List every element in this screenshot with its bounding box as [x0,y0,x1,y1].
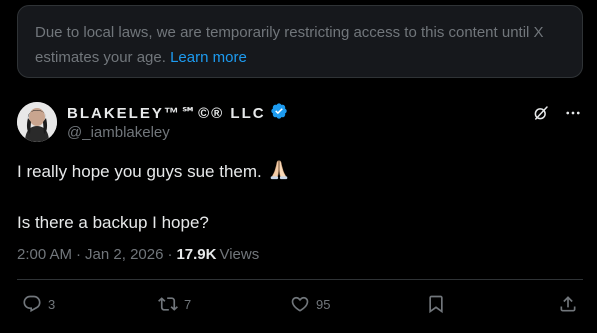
more-icon[interactable] [563,103,583,123]
like-count: 95 [316,296,331,312]
meta-separator: · [76,246,82,263]
age-restriction-notice: Due to local laws, we are temporarily re… [17,5,583,78]
tweet-line-2: Is there a backup I hope? [17,213,209,232]
reply-count: 3 [48,296,56,312]
grok-icon[interactable] [531,103,551,123]
meta-separator-2: · [167,246,173,263]
like-button[interactable]: 95 [290,294,330,314]
folded-hands-emoji [268,158,290,187]
heart-icon [291,296,309,312]
tweet-line-1-text: I really hope you guys sue them. [17,162,262,181]
views-label: Views [219,246,260,263]
learn-more-link[interactable]: Learn more [170,49,247,66]
avatar[interactable] [17,102,57,142]
tweet-time[interactable]: 2:00 AM [17,246,72,263]
avatar-image [17,102,57,142]
repost-icon [158,297,178,311]
author-handle[interactable]: @_iamblakeley [67,124,170,141]
tweet-actions-bar: 3 7 95 [0,294,597,320]
author-display-name[interactable]: BLAKELEY™℠©® LLC [67,104,266,122]
reply-button[interactable]: 3 [22,294,55,314]
bookmark-icon [429,295,443,314]
reply-icon [23,295,41,313]
views-count: 17.9K [176,246,217,263]
share-button[interactable] [558,294,578,314]
notice-text: Due to local laws, we are temporarily re… [35,24,544,66]
repost-button[interactable]: 7 [158,294,191,314]
author-name-row[interactable]: BLAKELEY™℠©® LLC [67,102,288,125]
tweet-date[interactable]: Jan 2, 2026 [85,246,163,263]
bookmark-button[interactable] [426,294,446,314]
repost-count: 7 [184,296,192,312]
tweet-top-actions [531,103,583,123]
tweet-text: I really hope you guys sue them. Is ther… [17,158,577,235]
tweet-meta: 2:00 AM · Jan 2, 2026 · 17.9K Views [17,246,259,263]
divider [17,279,583,280]
tweet-line-1: I really hope you guys sue them. [17,158,577,187]
share-icon [560,296,576,312]
verified-badge-icon [270,102,288,125]
